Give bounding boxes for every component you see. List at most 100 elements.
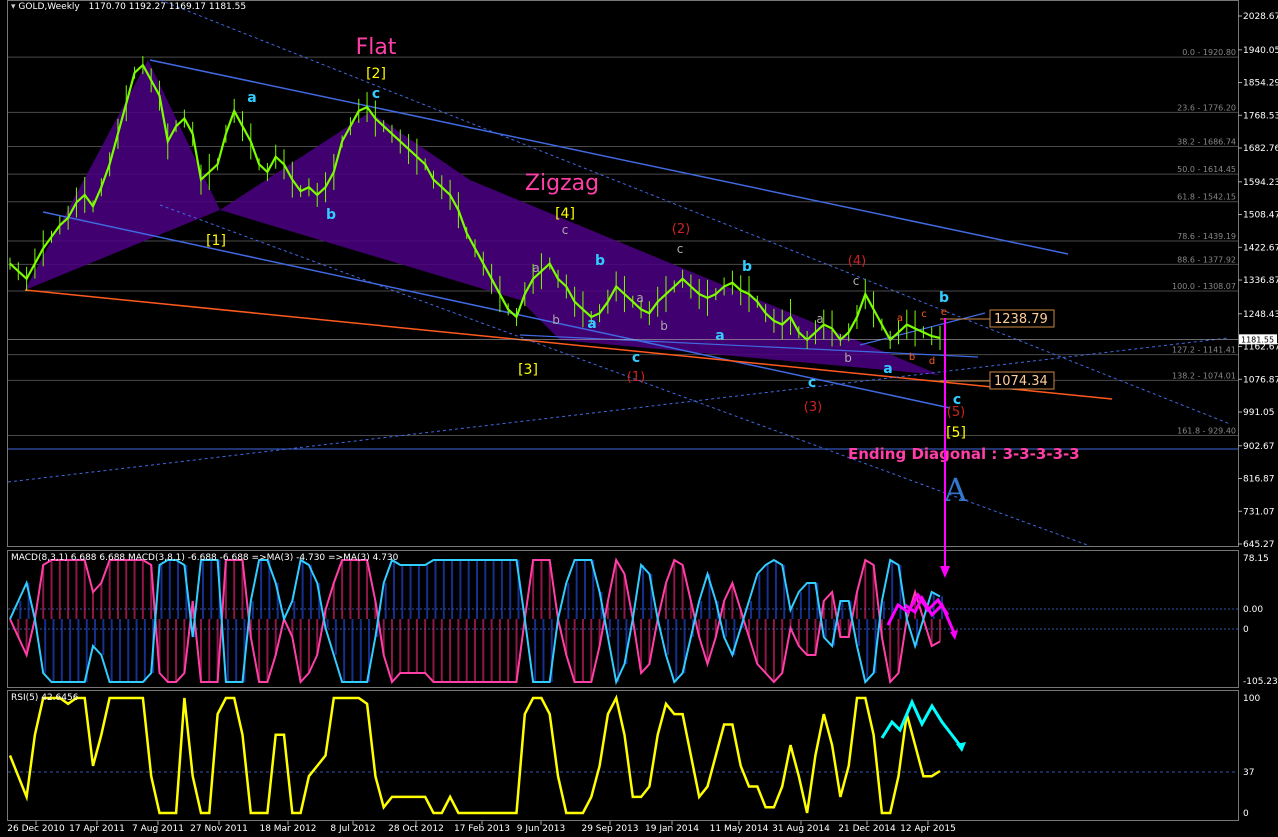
fib-level-label: 88.6 - 1377.92 (1177, 255, 1236, 264)
menu-caret-icon[interactable]: ▾ (11, 2, 16, 12)
price-tick-label: 1768.53 (1243, 111, 1278, 121)
wave-2-label: [2] (366, 66, 386, 82)
wave-b-label: b (326, 207, 336, 223)
price-tick-label: 645.27 (1243, 540, 1275, 550)
ending-diagonal-label: Ending Diagonal : 3-3-3-3-3 (848, 445, 1080, 463)
sub-wave-2-label: (2) (672, 222, 690, 237)
fib-level-label: 100.0 - 1308.07 (1172, 282, 1236, 291)
fib-level-label: 0.0 - 1920.80 (1182, 48, 1236, 57)
minor-b-label: b (552, 313, 560, 327)
wave-a-label: a (715, 328, 724, 344)
macd-tick-label: 0.00 (1243, 605, 1263, 615)
time-tick-label: 18 Mar 2012 (259, 824, 316, 833)
minor-a-label: a (816, 312, 823, 326)
time-tick-label: 17 Feb 2013 (454, 824, 510, 833)
time-tick-label: 29 Sep 2013 (581, 824, 638, 833)
diag-a-label: a (897, 313, 903, 324)
wave-4-label: [4] (555, 206, 575, 222)
rsi-tick-label: 0 (1243, 809, 1249, 819)
wave-1-label: [1] (206, 233, 226, 249)
wave-c-label: c (953, 392, 961, 408)
fib-level-label: 38.2 - 1686.74 (1177, 138, 1236, 147)
price-tick-label: 1940.05 (1243, 46, 1278, 56)
minor-a-label: a (532, 261, 539, 275)
price-tick-label: 1682.76 (1243, 144, 1278, 154)
time-tick-label: 28 Oct 2012 (388, 824, 444, 833)
price-tick-label: 816.87 (1243, 475, 1275, 485)
time-tick-label: 17 Apr 2011 (69, 824, 125, 833)
macd-tick-label: 0 (1243, 625, 1249, 635)
minor-c-label: c (677, 242, 684, 256)
time-tick-label: 26 Dec 2010 (7, 824, 65, 833)
fib-level-label: 78.6 - 1439.19 (1177, 232, 1236, 241)
minor-c-label: c (562, 223, 569, 237)
time-tick-label: 11 May 2014 (710, 824, 769, 833)
diag-e-label: e (941, 307, 947, 318)
chart-header: ▾ GOLD,Weekly 1170.70 1192.27 1169.17 11… (11, 2, 246, 12)
wave-c-label: c (632, 350, 640, 366)
price-tick-label: 1508.47 (1243, 211, 1278, 221)
fib-level-label: 138.2 - 1074.01 (1172, 371, 1236, 380)
price-tick-label: 902.67 (1243, 442, 1275, 452)
chart-background (0, 0, 1278, 833)
upper-price-label: 1238.79 (994, 312, 1048, 327)
diag-d-label: d (929, 356, 935, 367)
price-tick-label: 1422.67 (1243, 243, 1278, 253)
fib-level-label: 61.8 - 1542.15 (1177, 193, 1236, 202)
sub-wave-4-label: (4) (848, 254, 866, 269)
ohlc-label: 1170.70 1192.27 1169.17 1181.55 (88, 2, 247, 12)
diag-b-label: b (909, 352, 915, 363)
macd-tick-label: -105.234 (1243, 677, 1278, 687)
minor-a-label: a (636, 291, 643, 305)
sub-wave-3-label: (3) (804, 400, 822, 415)
symbol-label: GOLD,Weekly (18, 2, 80, 12)
price-tick-label: 1854.29 (1243, 79, 1278, 89)
wave-c-label: c (372, 86, 380, 102)
time-tick-label: 8 Jul 2012 (330, 824, 375, 833)
macd-tick-label: 78.15 (1243, 554, 1269, 564)
wave-b-label: b (742, 259, 752, 275)
fib-level-label: 161.8 - 929.40 (1177, 427, 1236, 436)
rsi-tick-label: 37 (1243, 768, 1254, 778)
sub-wave-1-label: (1) (627, 370, 645, 385)
zigzag-label: Zigzag (525, 171, 599, 196)
wave-c-label: c (808, 375, 816, 391)
time-tick-label: 12 Apr 2015 (900, 824, 956, 833)
wave-a-label: a (883, 361, 892, 377)
flat-label: Flat (356, 35, 397, 60)
price-tick-label: 2028.67 (1243, 12, 1278, 22)
wave-a-label: a (587, 316, 596, 332)
price-tick-label: 991.05 (1243, 408, 1275, 418)
wave-a-label: a (247, 90, 256, 106)
wave-5-label: [5] (946, 425, 966, 441)
rsi-label: RSI(5) 42.6456 (11, 693, 79, 703)
big-a-label: A (943, 471, 968, 509)
diag-c-label: c (921, 309, 927, 320)
minor-b-label: b (660, 319, 668, 333)
time-tick-label: 21 Dec 2014 (838, 824, 896, 833)
minor-c-label: c (853, 274, 860, 288)
macd-label: MACD(8,3,1) 6.688 6.688 MACD(3,8,1) -6.6… (11, 553, 399, 563)
chart-svg: 0.0 - 1920.80 23.6 - 1776.20 38.2 - 1686.7… (0, 0, 1278, 834)
price-tick-label: 1248.43 (1243, 310, 1278, 320)
minor-b-label: b (844, 351, 852, 365)
time-tick-label: 19 Jan 2014 (645, 824, 699, 833)
price-tick-label: 1594.23 (1243, 178, 1278, 188)
time-tick-label: 7 Aug 2011 (132, 824, 184, 833)
wave-b-label: b (939, 290, 949, 306)
last-price-label: 1181.55 (1241, 335, 1274, 344)
fib-level-label: 127.2 - 1141.41 (1172, 346, 1236, 355)
chart-area[interactable]: 0.0 - 1920.80 23.6 - 1776.20 38.2 - 1686.7… (0, 0, 1278, 834)
price-tick-label: 1076.87 (1243, 375, 1278, 385)
fib-level-label: 50.0 - 1614.45 (1177, 165, 1236, 174)
price-tick-label: 1336.87 (1243, 276, 1278, 286)
wave-b-label: b (595, 253, 605, 269)
price-tick-label: 731.07 (1243, 507, 1275, 517)
rsi-tick-label: 100 (1243, 694, 1260, 704)
time-tick-label: 9 Jun 2013 (517, 824, 565, 833)
time-tick-label: 31 Aug 2014 (772, 824, 830, 833)
lower-price-label: 1074.34 (994, 374, 1048, 389)
time-tick-label: 27 Nov 2011 (190, 824, 248, 833)
fib-level-label: 23.6 - 1776.20 (1177, 103, 1236, 112)
wave-3-label: [3] (518, 362, 538, 378)
